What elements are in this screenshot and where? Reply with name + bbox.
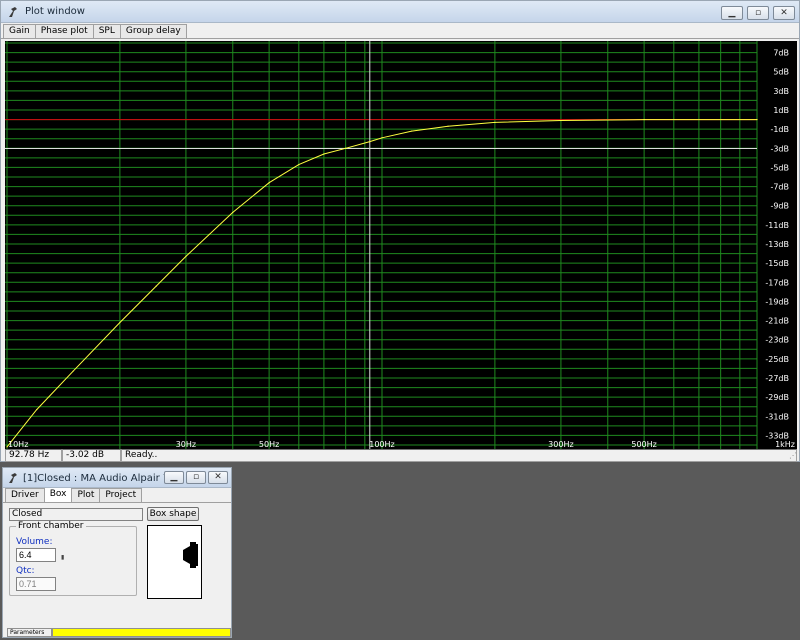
- status-gain: -3.02 dB: [62, 449, 121, 462]
- box-type-field[interactable]: Closed: [9, 508, 143, 521]
- y-tick-label: -7dB: [770, 183, 789, 192]
- status-parameters: Parameters: [7, 628, 52, 637]
- minimize-button[interactable]: ▁: [721, 6, 743, 20]
- app-icon: [9, 473, 17, 483]
- tab-project[interactable]: Project: [99, 488, 143, 502]
- box-window: [1]Closed : MA Audio Alpair 7.3 ▁ ▫ ✕ Dr…: [2, 467, 232, 638]
- series-point: [411, 130, 413, 132]
- app-icon: [9, 7, 17, 17]
- minimize-icon: ▁: [170, 472, 178, 482]
- x-tick-label: 30Hz: [176, 440, 196, 449]
- minimize-icon: ▁: [728, 7, 736, 18]
- resize-grip-icon[interactable]: ⋰: [789, 451, 797, 460]
- series-point: [232, 211, 234, 214]
- y-tick-label: -11dB: [765, 221, 789, 230]
- series-point: [36, 408, 38, 411]
- series-point: [345, 147, 347, 149]
- status-state: Ready..: [121, 449, 797, 462]
- front-chamber-group: Front chamber Volume: ▮ Qtc:: [9, 521, 137, 596]
- y-tick-label: -13dB: [765, 240, 789, 249]
- y-tick-label: -1dB: [770, 125, 789, 134]
- box-shape-preview: [147, 525, 202, 599]
- series-point: [494, 121, 496, 124]
- y-tick-label: -25dB: [765, 355, 789, 364]
- speaker-driver-icon: [183, 542, 198, 568]
- status-indicator: [52, 628, 231, 637]
- close-button[interactable]: ✕: [773, 6, 795, 20]
- plot-window: Plot window ▁ ▫ ✕ Gain Phase plot SPL Gr…: [0, 0, 800, 462]
- status-frequency: 92.78 Hz: [5, 449, 62, 462]
- x-tick-label: 50Hz: [259, 440, 279, 449]
- series-point: [185, 255, 187, 258]
- series-point: [381, 137, 383, 139]
- tab-box[interactable]: Box: [43, 486, 73, 502]
- plot-status-bar: 92.78 Hz -3.02 dB Ready..: [5, 449, 797, 462]
- close-icon: ✕: [780, 7, 788, 18]
- y-tick-label: 3dB: [773, 87, 789, 96]
- y-tick-label: -15dB: [765, 259, 789, 268]
- x-tick-label: 1kHz: [775, 440, 795, 449]
- series-point: [369, 140, 371, 143]
- close-button[interactable]: ✕: [208, 471, 228, 484]
- tab-spl[interactable]: SPL: [92, 24, 121, 38]
- tab-group-delay[interactable]: Group delay: [119, 24, 187, 38]
- x-tick-label: 100Hz: [369, 440, 394, 449]
- qtc-label: Qtc:: [16, 566, 35, 576]
- gain-plot[interactable]: 7dB 5dB 3dB 1dB -1dB -3dB -5dB -7dB -9dB -11dB -13…: [5, 41, 797, 449]
- series-point: [72, 370, 74, 372]
- box-status-bar: Parameters: [7, 628, 231, 637]
- series-point: [560, 119, 562, 122]
- box-window-titlebar[interactable]: [1]Closed : MA Audio Alpair 7.3 ▁ ▫ ✕: [3, 468, 231, 488]
- minimize-button[interactable]: ▁: [164, 471, 184, 484]
- series-point: [155, 285, 157, 287]
- tab-plot[interactable]: Plot: [71, 488, 101, 502]
- y-tick-label: -3dB: [770, 144, 789, 153]
- plot-window-titlebar[interactable]: Plot window ▁ ▫ ✕: [1, 1, 799, 23]
- maximize-icon: ▫: [192, 472, 200, 482]
- box-shape-button[interactable]: Box shape: [147, 507, 199, 521]
- series-point: [447, 125, 449, 127]
- box-tabs: Driver Box Plot Project: [3, 486, 231, 503]
- series-point: [323, 153, 325, 155]
- series-point: [298, 163, 300, 166]
- y-tick-label: -31dB: [765, 412, 789, 421]
- y-tick-label: -29dB: [765, 393, 789, 402]
- maximize-button[interactable]: ▫: [186, 471, 206, 484]
- gain-chart: 7dB 5dB 3dB 1dB -1dB -3dB -5dB -7dB -9dB -11dB -13…: [5, 41, 795, 449]
- front-chamber-title: Front chamber: [16, 521, 86, 531]
- y-tick-label: -21dB: [765, 317, 789, 326]
- tab-gain[interactable]: Gain: [3, 24, 36, 38]
- qtc-input: [16, 577, 56, 591]
- maximize-button[interactable]: ▫: [747, 6, 769, 20]
- x-tick-label: 10Hz: [8, 440, 28, 449]
- y-tick-label: 7dB: [773, 49, 789, 58]
- maximize-icon: ▫: [754, 7, 762, 18]
- y-tick-label: -17dB: [765, 278, 789, 287]
- tab-driver[interactable]: Driver: [5, 488, 45, 502]
- plot-window-title: Plot window: [25, 6, 85, 17]
- close-icon: ✕: [214, 472, 222, 482]
- series-point: [119, 321, 121, 324]
- volume-input[interactable]: [16, 548, 56, 562]
- y-tick-label: 5dB: [773, 68, 789, 77]
- series-point: [643, 118, 645, 121]
- volume-spin-icon[interactable]: ▮: [61, 554, 65, 561]
- y-tick-label: -23dB: [765, 336, 789, 345]
- y-tick-label: -19dB: [765, 297, 789, 306]
- y-tick-label: -9dB: [770, 202, 789, 211]
- series-point: [756, 118, 758, 121]
- tab-phase-plot[interactable]: Phase plot: [34, 24, 94, 38]
- y-tick-label: 1dB: [773, 106, 789, 115]
- series-point: [268, 182, 270, 184]
- volume-label: Volume:: [16, 537, 53, 547]
- box-window-title: [1]Closed : MA Audio Alpair 7.3: [23, 473, 179, 484]
- x-tick-label: 300Hz: [548, 440, 573, 449]
- plot-tabs: Gain Phase plot SPL Group delay: [1, 23, 799, 39]
- y-tick-label: -5dB: [770, 163, 789, 172]
- x-tick-label: 500Hz: [631, 440, 656, 449]
- y-tick-label: -27dB: [765, 374, 789, 383]
